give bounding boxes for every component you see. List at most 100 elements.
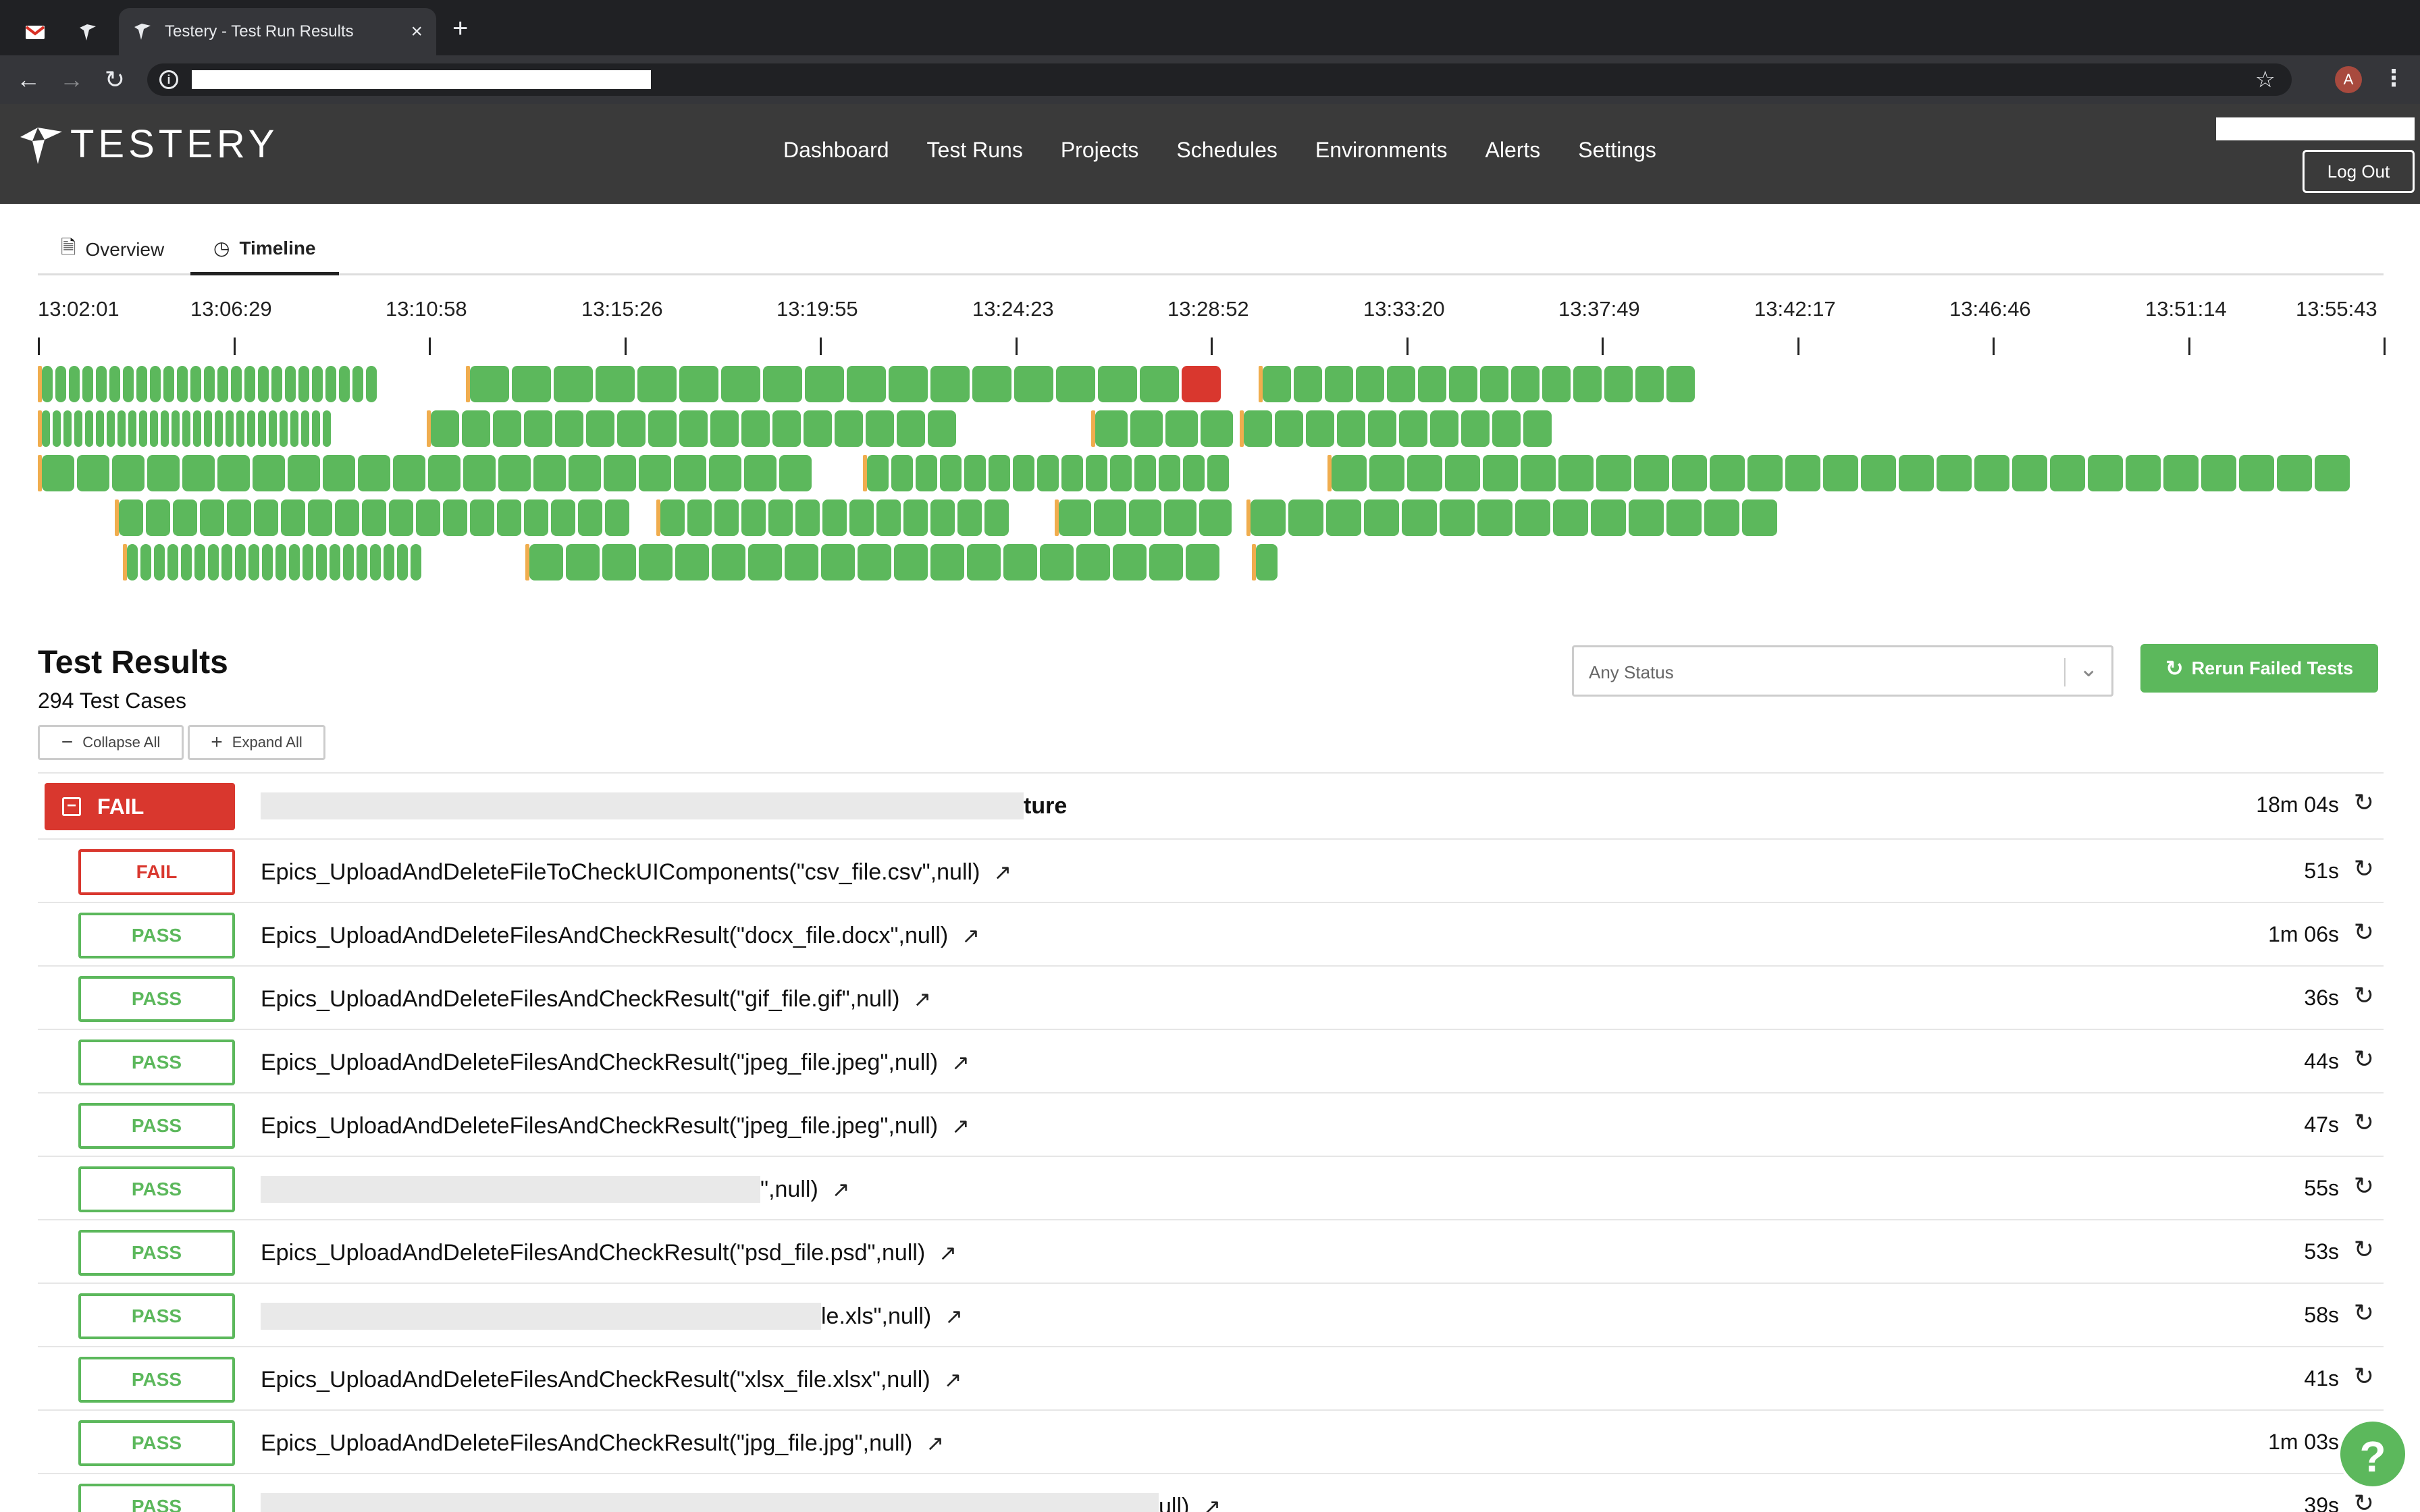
external-link-icon[interactable]: ↗ — [951, 1113, 970, 1139]
timeline-test-pass[interactable] — [1256, 544, 1278, 580]
timeline-test-pass[interactable] — [602, 544, 636, 580]
timeline-test-pass[interactable] — [343, 544, 354, 580]
table-row[interactable]: PASS le.xls",null) ↗ 58s ↻ — [38, 1282, 2384, 1346]
timeline-test-pass[interactable] — [930, 544, 964, 580]
timeline-test-pass[interactable] — [989, 455, 1010, 491]
timeline-test-pass[interactable] — [393, 455, 425, 491]
timeline-test-pass[interactable] — [2088, 455, 2123, 491]
timeline-test-pass[interactable] — [352, 366, 363, 402]
nav-environments[interactable]: Environments — [1315, 138, 1448, 163]
table-row[interactable]: PASS Epics_UploadAndDeleteFilesAndCheckRe… — [38, 1029, 2384, 1092]
rerun-test-icon[interactable]: ↻ — [2354, 1108, 2374, 1137]
timeline-test-pass[interactable] — [804, 410, 832, 447]
timeline-test-pass[interactable] — [1337, 410, 1365, 447]
rerun-failed-tests-button[interactable]: ↻ Rerun Failed Tests — [2140, 644, 2378, 693]
timeline-test-pass[interactable] — [194, 544, 205, 580]
timeline-test-pass[interactable] — [679, 366, 718, 402]
timeline-test-pass[interactable] — [177, 366, 188, 402]
site-info-icon[interactable]: i — [159, 70, 178, 89]
timeline-test-pass[interactable] — [462, 410, 490, 447]
timeline-test-pass[interactable] — [835, 410, 863, 447]
rerun-test-icon[interactable]: ↻ — [2354, 1489, 2374, 1512]
timeline-test-pass[interactable] — [744, 455, 777, 491]
timeline-test-pass[interactable] — [1294, 366, 1322, 402]
rerun-test-icon[interactable]: ↻ — [2354, 1235, 2374, 1264]
timeline-test-pass[interactable] — [1094, 500, 1126, 536]
timeline-test-pass[interactable] — [85, 410, 93, 447]
timeline-test-pass[interactable] — [1098, 366, 1137, 402]
timeline-test-pass[interactable] — [1558, 455, 1594, 491]
timeline-test-pass[interactable] — [1207, 455, 1229, 491]
timeline-test-pass[interactable] — [96, 366, 107, 402]
timeline-test-pass[interactable] — [431, 410, 459, 447]
timeline-test-pass[interactable] — [443, 500, 467, 536]
timeline-test-pass[interactable] — [1183, 455, 1205, 491]
timeline-test-pass[interactable] — [339, 366, 350, 402]
status-badge[interactable]: PASS — [78, 1357, 235, 1403]
logout-button[interactable]: Log Out — [2303, 150, 2415, 193]
nav-schedules[interactable]: Schedules — [1176, 138, 1277, 163]
timeline-test-pass[interactable] — [1634, 455, 1669, 491]
table-row[interactable]: PASS Epics_UploadAndDeleteFilesAndCheckRe… — [38, 1409, 2384, 1473]
timeline-test-pass[interactable] — [1306, 410, 1334, 447]
timeline-test-pass[interactable] — [1149, 544, 1183, 580]
timeline-test-pass[interactable] — [710, 410, 739, 447]
timeline-test-pass[interactable] — [916, 455, 937, 491]
timeline-test-pass[interactable] — [1591, 500, 1626, 536]
timeline-test-pass[interactable] — [290, 410, 298, 447]
timeline-test-pass[interactable] — [63, 410, 72, 447]
rerun-test-icon[interactable]: ↻ — [2354, 855, 2374, 883]
forward-icon[interactable]: → — [57, 65, 86, 94]
timeline-test-pass[interactable] — [200, 500, 224, 536]
timeline-test-pass[interactable] — [858, 544, 891, 580]
timeline-test-pass[interactable] — [335, 500, 359, 536]
status-badge[interactable]: FAIL — [78, 849, 235, 895]
timeline-test-pass[interactable] — [262, 544, 273, 580]
timeline-test-pass[interactable] — [463, 455, 496, 491]
timeline-test-pass[interactable] — [1573, 366, 1602, 402]
timeline-test-pass[interactable] — [411, 544, 421, 580]
timeline-test-pass[interactable] — [470, 366, 509, 402]
table-row[interactable]: PASS ull) ↗ 39s ↻ — [38, 1473, 2384, 1512]
timeline-test-pass[interactable] — [849, 500, 874, 536]
timeline-test-pass[interactable] — [1747, 455, 1783, 491]
status-badge[interactable]: PASS — [78, 1166, 235, 1212]
timeline-test-pass[interactable] — [1356, 366, 1384, 402]
timeline-test-pass[interactable] — [280, 410, 288, 447]
status-filter-select[interactable]: Any Status ⌄ — [1572, 645, 2113, 697]
timeline-test-pass[interactable] — [889, 366, 928, 402]
timeline-test-pass[interactable] — [254, 500, 278, 536]
timeline-test-pass[interactable] — [289, 544, 300, 580]
timeline-test-pass[interactable] — [674, 455, 706, 491]
timeline-test-pass[interactable] — [1861, 455, 1896, 491]
timeline-test-pass[interactable] — [1629, 500, 1664, 536]
timeline-test-pass[interactable] — [204, 410, 212, 447]
timeline-test-pass[interactable] — [2277, 455, 2312, 491]
external-link-icon[interactable]: ↗ — [945, 1303, 963, 1329]
timeline-test-pass[interactable] — [639, 455, 671, 491]
timeline-test-pass[interactable] — [1672, 455, 1707, 491]
timeline-test-pass[interactable] — [150, 410, 158, 447]
timeline-test-pass[interactable] — [69, 366, 80, 402]
timeline-test-pass[interactable] — [1823, 455, 1858, 491]
timeline-test-pass[interactable] — [1186, 544, 1219, 580]
timeline-test-pass[interactable] — [822, 500, 847, 536]
timeline-test-pass[interactable] — [172, 410, 180, 447]
timeline-test-pass[interactable] — [891, 455, 913, 491]
timeline-test-pass[interactable] — [772, 410, 801, 447]
status-badge[interactable]: PASS — [78, 1230, 235, 1276]
timeline-test-pass[interactable] — [714, 500, 739, 536]
timeline-test-pass[interactable] — [215, 410, 223, 447]
timeline-test-pass[interactable] — [275, 544, 286, 580]
browser-menu-icon[interactable]: ⋮ — [2382, 65, 2405, 92]
table-row[interactable]: PASS Epics_UploadAndDeleteFilesAndCheckRe… — [38, 1092, 2384, 1156]
timeline-test-pass[interactable] — [269, 410, 277, 447]
timeline-test-pass[interactable] — [928, 410, 956, 447]
collapse-all-button[interactable]: − Collapse All — [38, 725, 184, 760]
timeline-test-pass[interactable] — [604, 455, 636, 491]
timeline-test-pass[interactable] — [1325, 366, 1353, 402]
status-badge[interactable]: PASS — [78, 1103, 235, 1149]
timeline-test-pass[interactable] — [785, 544, 818, 580]
timeline-test-pass[interactable] — [1061, 455, 1083, 491]
external-link-icon[interactable]: ↗ — [926, 1430, 944, 1456]
